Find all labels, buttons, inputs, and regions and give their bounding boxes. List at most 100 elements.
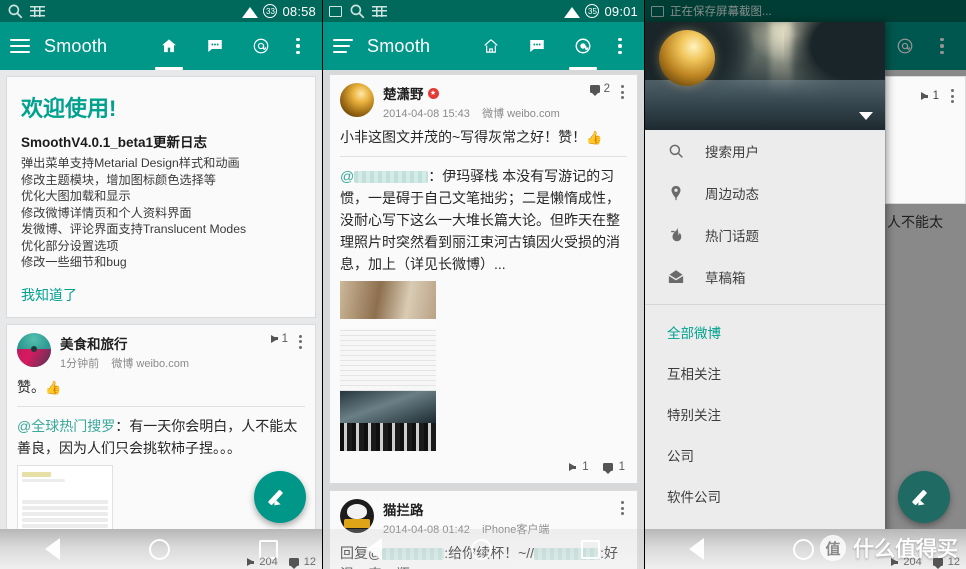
changelog-item: 修改微博详情页和个人资料界面: [21, 205, 192, 220]
photo-1[interactable]: [340, 281, 436, 319]
battery-icon: 35: [585, 4, 600, 18]
grid-icon: [372, 5, 387, 17]
post-overflow-icon: [948, 87, 957, 105]
nav-recents-icon[interactable]: [580, 539, 600, 559]
quoted-post[interactable]: @ ：伊玛驿栈 本没有写游记的习惯，一是碍于自己文笔拙劣；二是懒惰成性，没耐心写下…: [340, 156, 627, 477]
tab-mention[interactable]: [238, 22, 284, 70]
post-header: 楚潇野 ★ 2014-04-08 15:43 微博 weibo.com 2: [340, 83, 627, 121]
post-comment-stat[interactable]: 2: [589, 83, 610, 96]
post-card[interactable]: 楚潇野 ★ 2014-04-08 15:43 微博 weibo.com 2 小非…: [329, 74, 638, 484]
tab-mention[interactable]: [560, 22, 606, 70]
drawer-header[interactable]: [645, 22, 885, 130]
drawer-item-label: 草稿箱: [705, 271, 746, 286]
mentions-feed[interactable]: 楚潇野 ★ 2014-04-08 15:43 微博 weibo.com 2 小非…: [323, 70, 644, 569]
photo-text-block: [340, 329, 436, 391]
tab-message[interactable]: [514, 22, 560, 70]
nav-back-icon[interactable]: [44, 538, 60, 560]
post-overflow-icon[interactable]: [618, 83, 627, 101]
drawer-group-label: 全部微博: [667, 325, 721, 341]
thumbs-up-emoji: 👍: [45, 379, 62, 395]
photo-3[interactable]: [340, 423, 436, 451]
post-subtitle: 2014-04-08 15:43 微博 weibo.com: [383, 105, 584, 121]
panel-home: 33 08:58 Smooth 欢迎使用! SmoothV4.0.1_beta1…: [0, 0, 322, 569]
nav-home-icon[interactable]: [792, 538, 814, 560]
image-icon: [329, 5, 342, 17]
drawer-group-software-company[interactable]: 软件公司: [645, 475, 885, 516]
repost-count: 1: [582, 461, 589, 473]
drawer-group-mutual[interactable]: 互相关注: [645, 352, 885, 393]
nav-back-icon[interactable]: [367, 538, 383, 560]
post-source: 微博 weibo.com: [111, 357, 189, 370]
avatar[interactable]: [659, 30, 715, 86]
post-author[interactable]: 楚潇野: [383, 83, 424, 103]
system-navbar: 204 12: [0, 529, 322, 569]
hamburger-icon[interactable]: [10, 39, 30, 53]
dismiss-button[interactable]: 我知道了: [7, 275, 315, 317]
nav-home-icon[interactable]: [148, 538, 170, 560]
post-overflow-icon[interactable]: [296, 333, 305, 351]
drawer-item-drafts[interactable]: 草稿箱: [645, 256, 885, 298]
post-author[interactable]: 猫拦路: [383, 499, 610, 519]
dimmed-post-stats: 1: [920, 87, 957, 105]
drawer-group-special[interactable]: 特别关注: [645, 393, 885, 434]
system-navbar: [323, 529, 644, 569]
tab-indicator: [155, 67, 183, 70]
quote-body: ：伊玛驿栈 本没有写游记的习惯，一是碍于自己文笔拙劣；二是懒惰成性，没耐心写下这…: [340, 168, 620, 272]
caret-down-icon[interactable]: [859, 112, 873, 120]
redacted-username: [354, 171, 429, 184]
nav-back-icon[interactable]: [689, 538, 705, 560]
quote-text: @ ：伊玛驿栈 本没有写游记的习惯，一是碍于自己文笔拙劣；二是懒惰成性，没耐心写下…: [340, 165, 627, 275]
comment-icon[interactable]: [602, 463, 613, 474]
post-text: 赞。👍: [17, 371, 305, 400]
quote-photo-strip[interactable]: [340, 281, 436, 451]
tab-home[interactable]: [146, 22, 192, 70]
repost-count: 1: [281, 332, 288, 345]
drawer-group-all[interactable]: 全部微博: [645, 311, 885, 352]
drawer-group-label: 特别关注: [667, 407, 721, 423]
compose-fab[interactable]: [898, 471, 950, 523]
drawer-item-search-user[interactable]: 搜索用户: [645, 130, 885, 172]
drawer-group-label: 软件公司: [667, 489, 721, 505]
avatar[interactable]: [340, 499, 374, 533]
welcome-card: 欢迎使用! SmoothV4.0.1_beta1更新日志 弹出菜单支持Metar…: [6, 76, 316, 318]
status-bar-left-icons: [329, 2, 387, 20]
wifi-icon: [242, 6, 259, 18]
changelog-item: 优化大图加载和显示: [21, 189, 131, 203]
compose-fab[interactable]: [254, 471, 306, 523]
drawer-item-hot-topics[interactable]: 热门话题: [645, 214, 885, 256]
repost-icon[interactable]: [569, 463, 577, 471]
repost-count: 1: [932, 90, 939, 102]
app-title: Smooth: [44, 35, 108, 56]
welcome-subtitle: SmoothV4.0.1_beta1更新日志: [21, 135, 208, 150]
status-bar-mentions: 35 09:01: [323, 0, 644, 22]
action-bar-mentions: Smooth: [323, 22, 644, 70]
quote-author-mention[interactable]: @全球热门搜罗: [17, 418, 115, 434]
post-author[interactable]: 美食和旅行: [60, 333, 265, 353]
photo-2[interactable]: [340, 391, 436, 423]
drawer-item-nearby[interactable]: 周边动态: [645, 172, 885, 214]
tab-home[interactable]: [468, 22, 514, 70]
more-vert-icon[interactable]: [606, 22, 634, 70]
avatar[interactable]: [17, 332, 51, 367]
more-vert-icon[interactable]: [284, 22, 312, 70]
header-bg-river: [645, 80, 885, 130]
quote-author-mention[interactable]: @: [340, 168, 354, 184]
comment-icon: [589, 85, 600, 96]
post-header: 美食和旅行 1分钟前 微博 weibo.com 1: [17, 332, 305, 371]
post-overflow-icon[interactable]: [618, 499, 627, 517]
tab-indicator: [569, 67, 597, 70]
hamburger-icon[interactable]: [333, 39, 353, 53]
top-tabs-home: [146, 22, 312, 70]
status-bar-left-icons: [6, 2, 45, 20]
drawer-group-company[interactable]: 公司: [645, 434, 885, 475]
post-repost-stat[interactable]: 1: [270, 332, 288, 345]
avatar[interactable]: [340, 83, 374, 117]
changelog-item: 发微博、评论界面支持Translucent Modes: [21, 222, 247, 236]
quote-thumbnail-wrap[interactable]: [340, 275, 627, 455]
post-time: 1分钟前: [60, 357, 100, 370]
drawer-menu: 搜索用户 周边动态 热门话题 草稿箱 全部微博 互相关注 特别关注 公司 软件公…: [645, 130, 885, 569]
navbar-ghost-stats: 204 12: [247, 556, 316, 569]
panel-mentions: 35 09:01 Smooth 楚潇野 ★ 2014-04-08 15:43 微…: [322, 0, 644, 569]
tab-message[interactable]: [192, 22, 238, 70]
nav-home-icon[interactable]: [470, 538, 492, 560]
